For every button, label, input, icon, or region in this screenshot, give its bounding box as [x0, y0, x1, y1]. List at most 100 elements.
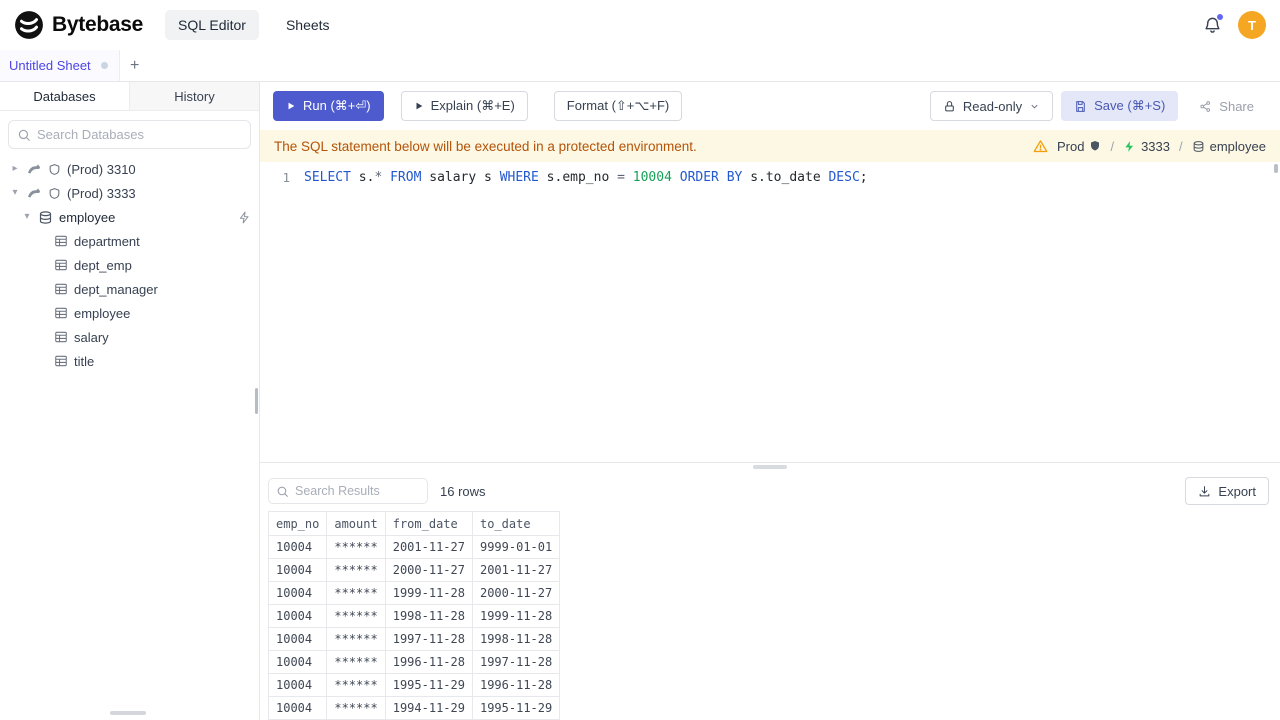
readonly-mode-button[interactable]: Read-only — [929, 91, 1054, 121]
sheet-tab-untitled[interactable]: Untitled Sheet — [0, 50, 120, 81]
table-cell[interactable]: 9999-01-01 — [471, 535, 561, 559]
column-header-from_date[interactable]: from_date — [384, 511, 473, 536]
share-button[interactable]: Share — [1186, 91, 1267, 121]
table-row[interactable]: 10004 ****** 2001-11-27 9999-01-01 — [267, 535, 561, 559]
results-search — [268, 478, 428, 504]
table-cell[interactable]: 1996-11-28 — [471, 673, 561, 697]
table-cell[interactable]: 1995-11-29 — [471, 696, 561, 720]
table-row[interactable]: 10004 ****** 1998-11-28 1999-11-28 — [267, 604, 561, 628]
tab-history[interactable]: History — [129, 82, 259, 110]
brand[interactable]: Bytebase — [14, 10, 143, 40]
table-cell[interactable]: ****** — [326, 673, 386, 697]
explain-button[interactable]: Explain (⌘+E) — [400, 91, 528, 121]
table-cell[interactable]: 10004 — [267, 604, 328, 628]
table-cell[interactable]: ****** — [326, 627, 386, 651]
sidebar-table-dept_manager[interactable]: dept_manager — [0, 277, 259, 301]
nav-sql-editor[interactable]: SQL Editor — [164, 10, 259, 40]
sidebar-table-title[interactable]: title — [0, 349, 259, 373]
table-cell[interactable]: 1999-11-28 — [384, 581, 473, 605]
run-button[interactable]: Run (⌘+⏎) — [273, 91, 384, 121]
table-cell[interactable]: 2000-11-27 — [384, 558, 473, 582]
notifications-button[interactable] — [1203, 13, 1223, 35]
table-cell[interactable]: 2000-11-27 — [471, 581, 561, 605]
explain-label: Explain (⌘+E) — [430, 98, 515, 113]
sidebar-horizontal-scrollbar[interactable] — [110, 711, 146, 715]
table-cell[interactable]: 10004 — [267, 558, 328, 582]
table-cell[interactable]: 1997-11-28 — [384, 627, 473, 651]
sidebar-database-employee[interactable]: ▾ employee — [0, 205, 259, 229]
table-cell[interactable]: ****** — [326, 558, 386, 582]
table-cell[interactable]: 2001-11-27 — [471, 558, 561, 582]
sql-editor[interactable]: 1 SELECT s.* FROM salary s WHERE s.emp_n… — [260, 162, 1280, 462]
table-item-label: employee — [74, 305, 131, 321]
sidebar-table-dept_emp[interactable]: dept_emp — [0, 253, 259, 277]
separator: / — [1110, 138, 1115, 154]
table-cell[interactable]: 10004 — [267, 535, 328, 559]
avatar[interactable]: T — [1238, 11, 1266, 39]
app: Bytebase SQL Editor Sheets T Untitled Sh… — [0, 0, 1280, 720]
sidebar-instance-3310[interactable]: ▸ (Prod) 3310 — [0, 157, 259, 181]
database-chip[interactable]: employee — [1192, 139, 1266, 154]
table-cell[interactable]: ****** — [326, 696, 386, 720]
results-header-row: emp_no amount from_date to_date — [267, 511, 561, 536]
environment-shield-icon — [48, 163, 61, 176]
column-header-emp_no[interactable]: emp_no — [267, 511, 328, 536]
table-cell[interactable]: 10004 — [267, 696, 328, 720]
export-button[interactable]: Export — [1185, 477, 1269, 505]
table-icon — [54, 258, 68, 272]
save-button[interactable]: Save (⌘+S) — [1061, 91, 1179, 121]
table-row[interactable]: 10004 ****** 1994-11-29 1995-11-29 — [267, 696, 561, 720]
table-cell[interactable]: 10004 — [267, 581, 328, 605]
table-cell[interactable]: 1997-11-28 — [471, 650, 561, 674]
search-databases-input[interactable] — [37, 127, 242, 142]
table-row[interactable]: 10004 ****** 1995-11-29 1996-11-28 — [267, 673, 561, 697]
table-cell[interactable]: ****** — [326, 604, 386, 628]
add-sheet-button[interactable]: + — [120, 50, 150, 81]
format-button[interactable]: Format (⇧+⌥+F) — [553, 91, 683, 121]
table-row[interactable]: 10004 ****** 2000-11-27 2001-11-27 — [267, 558, 561, 582]
table-row[interactable]: 10004 ****** 1999-11-28 2000-11-27 — [267, 581, 561, 605]
table-cell[interactable]: 1996-11-28 — [384, 650, 473, 674]
sidebar-table-salary[interactable]: salary — [0, 325, 259, 349]
environment-chip[interactable]: Prod — [1057, 139, 1101, 154]
table-cell[interactable]: ****** — [326, 650, 386, 674]
readonly-label: Read-only — [962, 98, 1023, 114]
sidebar-table-employee[interactable]: employee — [0, 301, 259, 325]
chevron-right-icon[interactable]: ▸ — [10, 164, 20, 174]
unsaved-dot-icon — [100, 62, 108, 69]
column-header-amount[interactable]: amount — [326, 511, 386, 536]
table-cell[interactable]: 1995-11-29 — [384, 673, 473, 697]
table-icon — [54, 306, 68, 320]
sql-token: s.emp_no — [538, 169, 618, 185]
table-cell[interactable]: 10004 — [267, 627, 328, 651]
table-row[interactable]: 10004 ****** 1997-11-28 1998-11-28 — [267, 627, 561, 651]
chevron-down-icon[interactable]: ▾ — [10, 188, 20, 198]
table-cell[interactable]: 2001-11-27 — [384, 535, 473, 559]
sidebar-resize-handle[interactable] — [255, 388, 258, 414]
table-cell[interactable]: 1994-11-29 — [384, 696, 473, 720]
table-row[interactable]: 10004 ****** 1996-11-28 1997-11-28 — [267, 650, 561, 674]
table-cell[interactable]: ****** — [326, 535, 386, 559]
tab-databases[interactable]: Databases — [0, 82, 129, 110]
table-cell[interactable]: ****** — [326, 581, 386, 605]
column-header-to_date[interactable]: to_date — [471, 511, 561, 536]
sql-token: s.to_date — [742, 169, 829, 185]
nav-sheets[interactable]: Sheets — [273, 10, 343, 40]
table-cell[interactable]: 1999-11-28 — [471, 604, 561, 628]
table-cell[interactable]: 10004 — [267, 650, 328, 674]
chevron-down-icon[interactable]: ▾ — [22, 212, 32, 222]
sidebar-table-department[interactable]: department — [0, 229, 259, 253]
sql-token: ORDER BY — [679, 169, 743, 185]
table-cell[interactable]: 10004 — [267, 673, 328, 697]
top-bar-right: T — [1203, 11, 1266, 39]
instance-engine-icon — [26, 161, 42, 177]
table-cell[interactable]: 1998-11-28 — [384, 604, 473, 628]
search-results-input[interactable] — [295, 484, 420, 498]
panel-splitter[interactable] — [260, 462, 1280, 471]
instance-chip[interactable]: 3333 — [1123, 139, 1170, 154]
connect-bolt-icon[interactable] — [238, 211, 251, 224]
table-cell[interactable]: 1998-11-28 — [471, 627, 561, 651]
sidebar-instance-3333[interactable]: ▾ (Prod) 3333 — [0, 181, 259, 205]
table-icon — [54, 234, 68, 248]
editor-scrollbar-thumb[interactable] — [1274, 164, 1278, 173]
